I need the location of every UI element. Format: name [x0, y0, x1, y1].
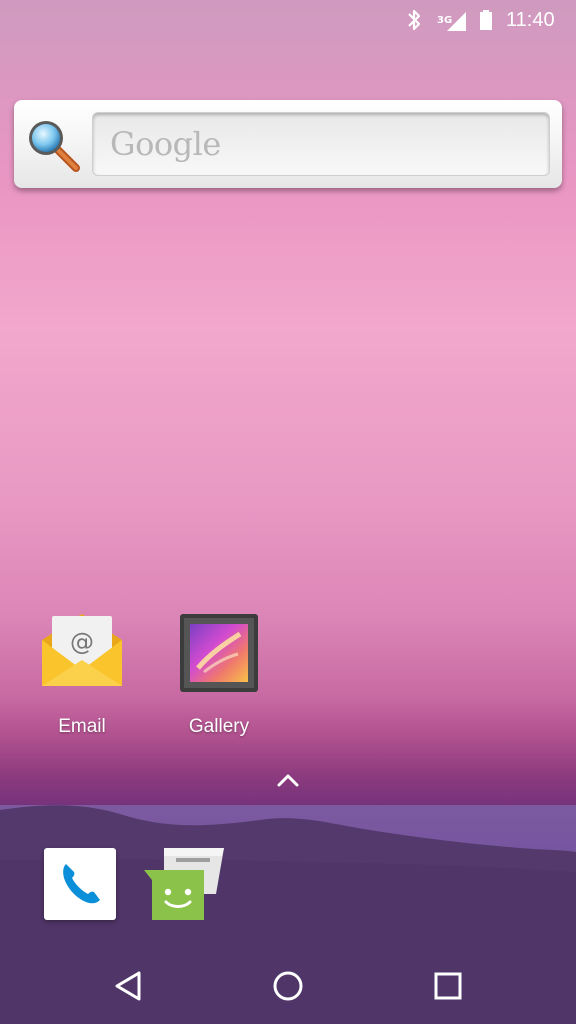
- status-clock: 11:40: [506, 8, 555, 31]
- app-email[interactable]: @ Email: [17, 610, 147, 746]
- app-gallery[interactable]: Gallery: [154, 610, 284, 746]
- app-label-gallery: Gallery: [188, 716, 250, 737]
- bluetooth-icon: [406, 0, 422, 40]
- recents-square-icon: [434, 972, 462, 1000]
- app-drawer-chevron-up-icon[interactable]: [272, 766, 304, 794]
- app-label-email: Email: [58, 716, 106, 737]
- status-bar: 3G 11:40: [0, 0, 576, 40]
- back-triangle-icon: [115, 971, 141, 1001]
- gallery-icon: [180, 614, 258, 696]
- search-input[interactable]: Google: [92, 112, 550, 176]
- svg-text:@: @: [70, 628, 94, 656]
- nav-recents-button[interactable]: [424, 962, 472, 1010]
- battery-icon: [479, 0, 493, 40]
- nav-home-button[interactable]: [264, 962, 312, 1010]
- magnifier-icon[interactable]: [26, 118, 82, 174]
- messaging-icon: [144, 848, 224, 920]
- nav-back-button[interactable]: [104, 962, 152, 1010]
- phone-icon: [63, 864, 100, 904]
- dock-phone-app[interactable]: [44, 848, 116, 920]
- cell-signal-icon: [443, 0, 467, 40]
- home-circle-icon: [273, 971, 303, 1001]
- dock-messaging-app[interactable]: [142, 842, 230, 926]
- email-icon: @: [38, 610, 126, 696]
